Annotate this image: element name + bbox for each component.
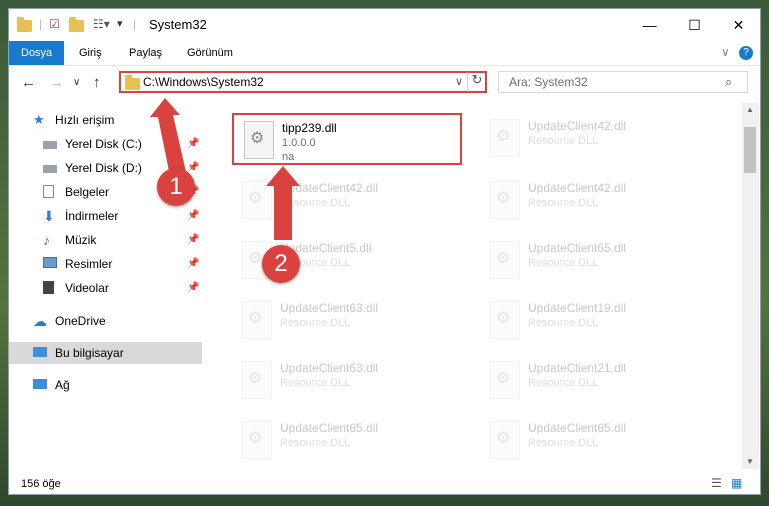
step-badge-2: 2 bbox=[262, 245, 300, 283]
step-badge-1: 1 bbox=[157, 168, 195, 206]
annotation-arrow-1 bbox=[150, 98, 186, 176]
annotation-arrow-2 bbox=[266, 166, 300, 240]
annotation-overlay bbox=[150, 98, 300, 240]
